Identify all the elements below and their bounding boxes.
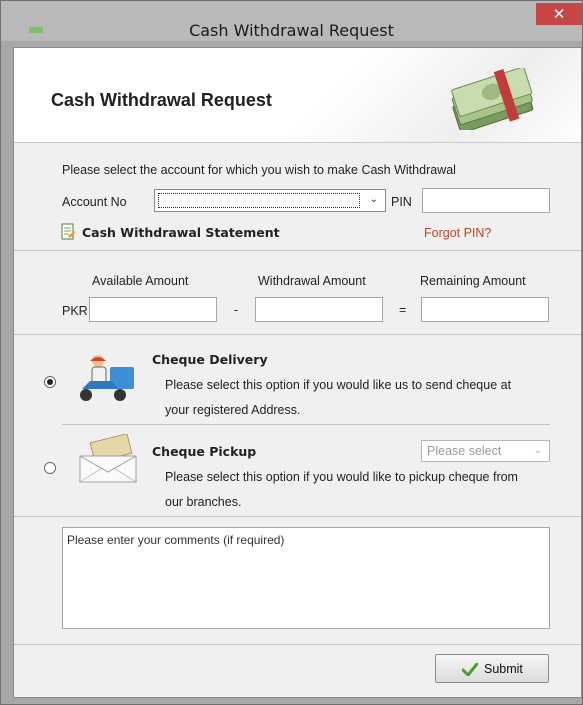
pin-label: PIN: [391, 195, 412, 209]
cheque-pickup-desc-2: our branches.: [165, 495, 242, 509]
submit-label: Submit: [484, 662, 523, 676]
header-banner: Cash Withdrawal Request: [14, 48, 581, 143]
option-divider: [62, 424, 550, 425]
equals-sign: =: [399, 303, 407, 317]
account-no-label: Account No: [62, 195, 127, 209]
cheque-pickup-radio[interactable]: [44, 462, 56, 474]
money-stack-icon: [451, 68, 534, 130]
remaining-amount-label: Remaining Amount: [420, 274, 526, 288]
forgot-pin-link[interactable]: Forgot PIN?: [424, 226, 491, 240]
minus-sign: -: [234, 303, 239, 317]
chevron-down-icon: ⌄: [369, 194, 378, 205]
statement-icon: [61, 223, 75, 240]
branch-select[interactable]: Please select ⌄: [421, 440, 550, 462]
window-title: Cash Withdrawal Request: [189, 21, 394, 40]
cheque-delivery-desc-1: Please select this option if you would l…: [165, 378, 512, 392]
chevron-down-icon: ⌄: [533, 445, 542, 456]
cheque-pickup-title: Cheque Pickup: [152, 444, 257, 459]
remaining-amount-field[interactable]: [421, 297, 549, 322]
pin-input[interactable]: [422, 188, 550, 213]
close-button[interactable]: ✕: [536, 3, 582, 25]
divider: [14, 644, 581, 645]
available-amount-field[interactable]: [89, 297, 217, 322]
divider: [14, 334, 581, 335]
divider: [14, 516, 581, 517]
withdrawal-amount-label: Withdrawal Amount: [258, 274, 366, 288]
page-title: Cash Withdrawal Request: [51, 90, 272, 110]
currency-label: PKR: [62, 304, 88, 318]
statement-link[interactable]: Cash Withdrawal Statement: [82, 225, 280, 240]
comments-textarea[interactable]: Please enter your comments (if required): [62, 527, 550, 629]
branch-select-placeholder: Please select: [427, 444, 502, 458]
checkmark-icon: [462, 663, 478, 676]
available-amount-label: Available Amount: [92, 274, 189, 288]
focus-rect: [158, 193, 360, 208]
dialog-window: Cash Withdrawal Request ✕ Cash Withdrawa…: [0, 0, 583, 705]
cheque-delivery-radio[interactable]: [44, 376, 56, 388]
submit-button[interactable]: Submit: [435, 654, 549, 683]
account-no-select[interactable]: ⌄: [154, 189, 386, 212]
cheque-delivery-desc-2: your registered Address.: [165, 403, 301, 417]
cheque-delivery-title: Cheque Delivery: [152, 352, 268, 367]
dialog-content: Cash Withdrawal Request Please select th…: [13, 47, 582, 698]
withdrawal-amount-field[interactable]: [255, 297, 383, 322]
divider: [14, 250, 581, 251]
cheque-pickup-desc-1: Please select this option if you would l…: [165, 470, 518, 484]
title-bar[interactable]: Cash Withdrawal Request ✕: [1, 1, 582, 41]
radio-selected-dot: [47, 379, 53, 385]
delivery-scooter-icon: [80, 355, 134, 401]
envelope-cheque-icon: [79, 434, 137, 483]
account-instruction: Please select the account for which you …: [62, 163, 456, 177]
